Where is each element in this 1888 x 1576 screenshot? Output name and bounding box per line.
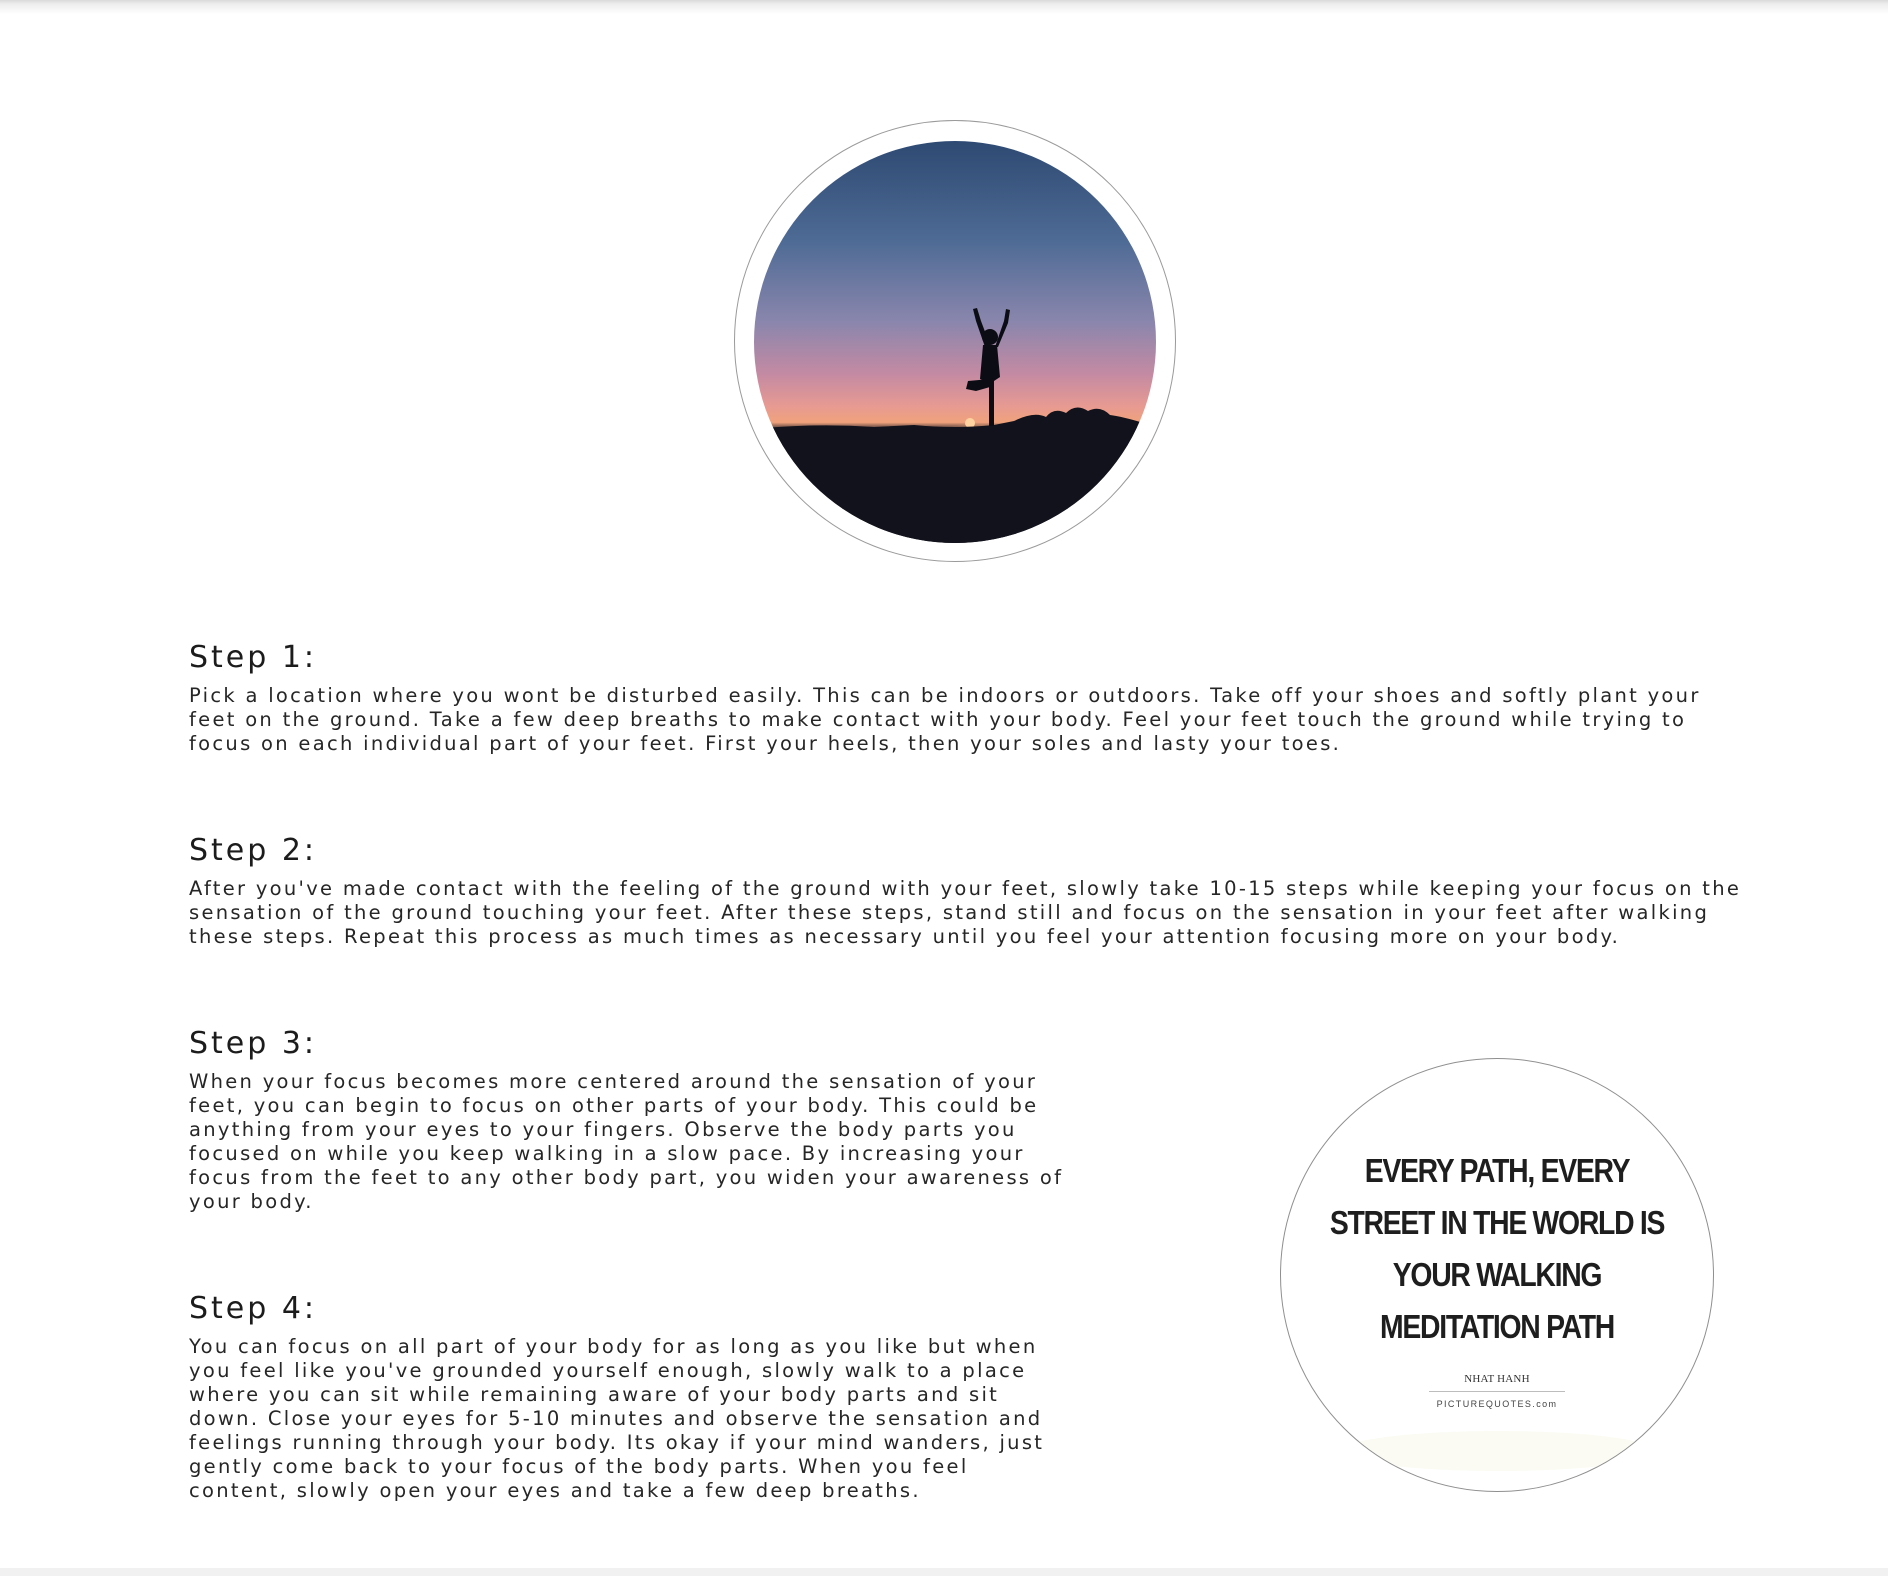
step-4-body: You can focus on all part of your body f… [189, 1335, 1045, 1502]
quote-divider [1429, 1391, 1565, 1392]
top-edge-shadow [0, 0, 1888, 14]
step-2-body: After you've made contact with the feeli… [189, 877, 1742, 948]
step-4-heading: Step 4: [189, 1291, 318, 1326]
step-2-heading: Step 2: [189, 833, 318, 868]
bottom-edge [0, 1568, 1888, 1576]
hero-yoga-sunset-image [754, 141, 1156, 543]
quote-background-glow [1341, 1431, 1655, 1471]
step-1-heading: Step 1: [189, 640, 318, 675]
quote-text: EVERY PATH, EVERY STREET IN THE WORLD IS… [1329, 1152, 1666, 1345]
quote-image: EVERY PATH, EVERY STREET IN THE WORLD IS… [1280, 1058, 1714, 1492]
quote-author: NHAT HANH [1464, 1373, 1530, 1385]
step-3-body: When your focus becomes more centered ar… [189, 1070, 1064, 1213]
step-1-body: Pick a location where you wont be distur… [189, 684, 1701, 755]
quote-source: PICTUREQUOTES.com [1436, 1399, 1558, 1409]
step-3-heading: Step 3: [189, 1026, 318, 1061]
